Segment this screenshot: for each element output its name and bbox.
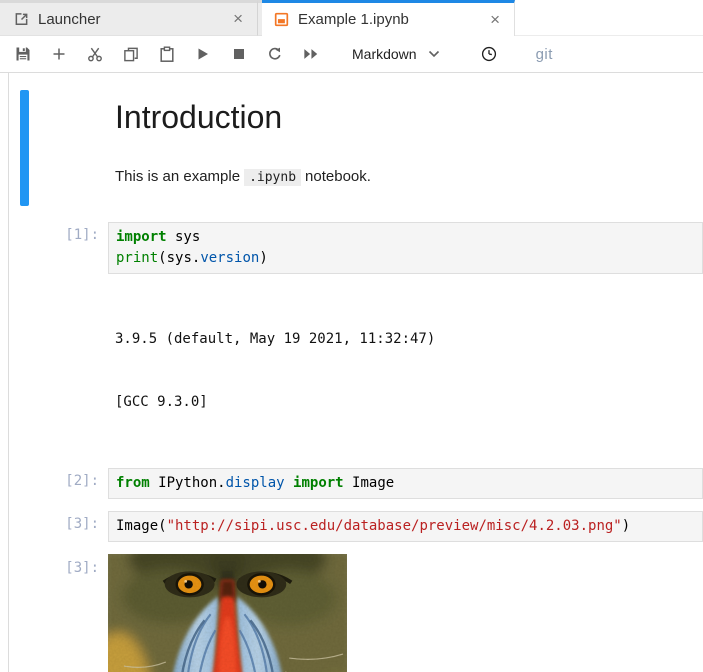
stop-kernel-button[interactable] (231, 46, 247, 62)
git-extension-label[interactable]: git (536, 46, 553, 63)
markdown-rendered-content: Introduction This is an example.ipynbnot… (108, 90, 703, 206)
inline-code-chip: .ipynb (244, 169, 301, 186)
notebook-panel: Introduction This is an example.ipynbnot… (0, 73, 703, 672)
input-prompt-1: [1]: (0, 222, 108, 274)
output-text-1: 3.9.5 (default, May 19 2021, 11:32:47) [… (108, 286, 703, 456)
cell-type-value: Markdown (352, 46, 417, 62)
insert-cell-button[interactable] (51, 46, 67, 62)
jupyterlab-window: Launcher × Example 1.ipynb × (0, 0, 703, 672)
tab-notebook-close-icon[interactable]: × (488, 12, 502, 28)
code-editor-3[interactable]: Image("http://sipi.usc.edu/database/prev… (108, 511, 703, 542)
tab-bar-filler (515, 0, 703, 36)
input-prompt-2: [2]: (0, 468, 108, 499)
paragraph-text-after: notebook. (305, 168, 371, 185)
tab-launcher[interactable]: Launcher × (0, 0, 258, 36)
launcher-icon (14, 12, 29, 27)
cut-cells-button[interactable] (87, 46, 103, 62)
markdown-cell[interactable]: Introduction This is an example.ipynbnot… (0, 90, 703, 206)
history-clock-icon[interactable] (481, 46, 497, 62)
notebook-cells: Introduction This is an example.ipynbnot… (0, 73, 703, 672)
tab-launcher-label: Launcher (38, 11, 231, 28)
chevron-down-icon (428, 50, 440, 58)
output-prompt-spacer-1 (0, 286, 108, 456)
code-cell-1: [1]: import sysprint(sys.version) (0, 222, 703, 274)
output-line: 3.9.5 (default, May 19 2021, 11:32:47) (115, 329, 696, 350)
tab-launcher-close-icon[interactable]: × (231, 11, 245, 27)
notebook-toolbar: Markdown git (0, 36, 703, 73)
cell-collapser[interactable] (20, 90, 29, 206)
mandrill-image (108, 554, 347, 672)
markdown-paragraph: This is an example.ipynbnotebook. (115, 166, 693, 188)
output-image-container (108, 554, 347, 672)
restart-run-all-button[interactable] (303, 46, 319, 62)
cell-type-select[interactable]: Markdown (352, 46, 440, 62)
paragraph-text-before: This is an example (115, 168, 240, 185)
run-cell-button[interactable] (195, 46, 211, 62)
code-editor-1[interactable]: import sysprint(sys.version) (108, 222, 703, 274)
output-line: [GCC 9.3.0] (115, 392, 696, 413)
copy-cells-button[interactable] (123, 46, 139, 62)
output-row-1: 3.9.5 (default, May 19 2021, 11:32:47) [… (0, 286, 703, 456)
heading-introduction: Introduction (115, 98, 693, 136)
tab-notebook[interactable]: Example 1.ipynb × (262, 0, 515, 36)
output-prompt-3: [3]: (0, 554, 108, 672)
code-cell-3: [3]: Image("http://sipi.usc.edu/database… (0, 511, 703, 542)
restart-kernel-button[interactable] (267, 46, 283, 62)
code-editor-2[interactable]: from IPython.display import Image (108, 468, 703, 499)
notebook-icon (274, 12, 289, 27)
paste-cells-button[interactable] (159, 46, 175, 62)
input-prompt-3: [3]: (0, 511, 108, 542)
output-row-3: [3]: (0, 554, 703, 672)
tab-notebook-label: Example 1.ipynb (298, 11, 488, 28)
save-button[interactable] (15, 46, 31, 62)
dock-tab-bar: Launcher × Example 1.ipynb × (0, 0, 703, 36)
code-cell-2: [2]: from IPython.display import Image (0, 468, 703, 499)
